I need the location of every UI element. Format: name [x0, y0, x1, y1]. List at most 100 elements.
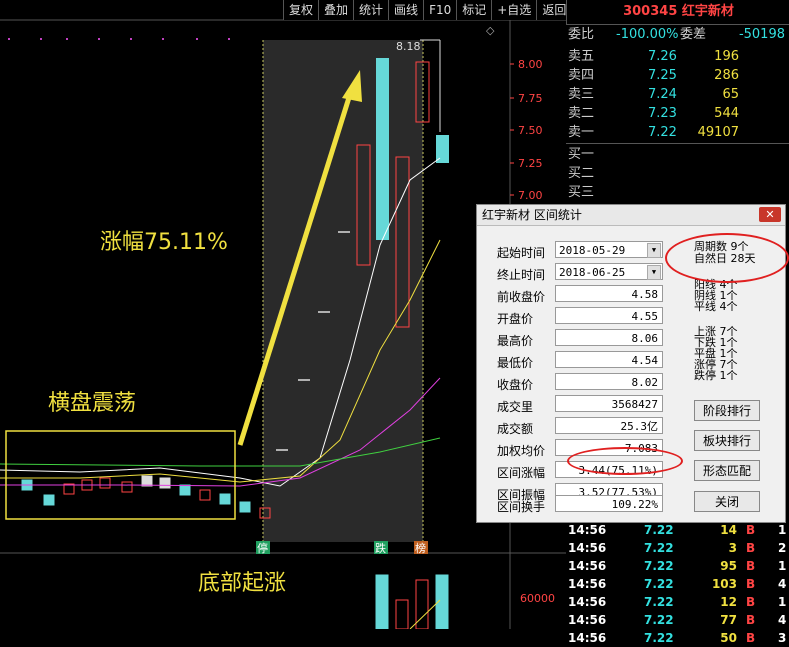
consolidation-annotation: 横盘震荡	[48, 391, 137, 416]
toolbar-mark-button[interactable]: 标记	[456, 0, 491, 20]
price-axis-label: 8.00	[518, 58, 543, 71]
ask-volume: 286	[714, 68, 739, 83]
tick-count: 1	[778, 559, 787, 573]
toolbar-f10-button[interactable]: F10	[423, 0, 456, 20]
tick-price: 7.22	[644, 613, 674, 627]
tick-volume: 3	[728, 541, 737, 555]
tick-price: 7.22	[644, 541, 674, 555]
field-label: 前收盘价	[497, 290, 546, 304]
stat-row: 区间换手 109.22%	[477, 495, 667, 515]
tick-volume: 95	[720, 559, 737, 573]
field-value: 4.58	[555, 285, 663, 302]
price-axis-label: 7.75	[518, 92, 543, 105]
stock-symbol: 300345 红宇新材	[566, 0, 789, 25]
tick-row: 14:56 7.22 77 B 4	[566, 611, 789, 629]
dialog-close-icon[interactable]: ✕	[759, 207, 781, 222]
end-date-row: 终止时间 2018-06-25 ▼	[477, 263, 667, 283]
toolbar-draw-button[interactable]: 画线	[388, 0, 423, 20]
sector-rank-button[interactable]: 板块排行	[694, 430, 760, 451]
highlight-ellipse	[665, 233, 789, 283]
stat-row: 前收盘价 4.58	[477, 285, 667, 305]
tick-count: 4	[778, 613, 787, 627]
candle	[199, 489, 211, 501]
candle	[219, 493, 231, 505]
field-label: 最低价	[497, 356, 534, 370]
chevron-down-icon[interactable]: ▼	[647, 265, 661, 280]
diff-label: 委差	[680, 27, 707, 42]
consolidation-box	[5, 430, 236, 520]
field-label: 最高价	[497, 334, 534, 348]
stat-row: 收盘价 8.02	[477, 373, 667, 393]
tick-volume: 14	[720, 523, 737, 537]
tick-volume: 77	[720, 613, 737, 627]
pattern-match-button[interactable]: 形态匹配	[694, 460, 760, 481]
toolbar-overlay-button[interactable]: 叠加	[318, 0, 353, 20]
end-date-select[interactable]: 2018-06-25 ▼	[555, 263, 663, 280]
tick-time: 14:56	[568, 559, 607, 573]
ask-volume: 49107	[697, 125, 739, 140]
tick-row: 14:56 7.22 50 B 3	[566, 629, 789, 647]
marker-dot	[98, 38, 100, 40]
marker-dot	[228, 38, 230, 40]
tick-volume: 103	[711, 577, 737, 591]
volume-axis-label: 60000	[520, 592, 555, 605]
tick-price: 7.22	[644, 559, 674, 573]
candle	[121, 481, 133, 493]
candle	[239, 501, 251, 513]
candle	[376, 58, 389, 240]
field-value: 109.22%	[555, 495, 663, 512]
ask-label: 卖一	[568, 125, 595, 140]
field-label: 成交里	[497, 400, 534, 414]
toolbar-stats-button[interactable]: 统计	[353, 0, 388, 20]
field-label: 加权均价	[497, 444, 546, 458]
bottom-rise-annotation: 底部起涨	[198, 571, 287, 596]
price-axis-label: 7.25	[518, 157, 543, 170]
start-date-select[interactable]: 2018-05-29 ▼	[555, 241, 663, 258]
tick-time: 14:56	[568, 577, 607, 591]
ask-price: 7.25	[648, 68, 677, 83]
start-date-value: 2018-05-29	[559, 244, 626, 257]
price-axis-label: 7.50	[518, 124, 543, 137]
tick-time: 14:56	[568, 631, 607, 645]
tick-side: B	[746, 559, 756, 573]
diff-value: -50198	[738, 27, 785, 42]
event-marker-label: 榜	[415, 541, 426, 555]
tick-count: 1	[778, 523, 787, 537]
marker-dot	[162, 38, 164, 40]
start-date-row: 起始时间 2018-05-29 ▼	[477, 241, 667, 261]
field-value: 4.54	[555, 351, 663, 368]
field-label: 终止时间	[497, 268, 546, 282]
interval-stats-dialog: 红宇新材 区间统计 ✕ 起始时间 2018-05-29 ▼ 终止时间 2018-0…	[476, 204, 789, 523]
ask-volume: 65	[722, 87, 739, 102]
close-button[interactable]: 关闭	[694, 491, 760, 512]
ask-row: 卖一 7.22 49107	[566, 123, 789, 142]
tick-side: B	[746, 631, 756, 645]
ask-price: 7.26	[648, 49, 677, 64]
toolbar-restore-button[interactable]: 复权	[283, 0, 318, 20]
diamond-icon: ◇	[486, 24, 495, 37]
high-price-label: 8.18	[396, 40, 421, 53]
ask-label: 卖四	[568, 68, 595, 83]
tick-price: 7.22	[644, 631, 674, 645]
tick-count: 3	[778, 631, 787, 645]
ask-row: 卖三 7.24 65	[566, 85, 789, 104]
dialog-title-bar[interactable]: 红宇新材 区间统计 ✕	[477, 205, 785, 226]
gain-annotation: 涨幅75.11%	[100, 230, 228, 255]
ask-row: 卖五 7.26 196	[566, 47, 789, 66]
tick-row: 14:56 7.22 103 B 4	[566, 575, 789, 593]
tick-volume: 50	[720, 631, 737, 645]
ask-label: 卖三	[568, 87, 595, 102]
stat-row: 成交额 25.3亿	[477, 417, 667, 437]
candle	[179, 484, 191, 496]
tick-side: B	[746, 541, 756, 555]
chevron-down-icon[interactable]: ▼	[647, 243, 661, 258]
tick-price: 7.22	[644, 595, 674, 609]
end-date-value: 2018-06-25	[559, 266, 626, 279]
dialog-title: 红宇新材 区间统计	[482, 208, 582, 222]
stage-rank-button[interactable]: 阶段排行	[694, 400, 760, 421]
ask-label: 卖二	[568, 106, 595, 121]
bid-row: 买二	[566, 164, 789, 183]
toolbar-watchlist-button[interactable]: +自选	[491, 0, 536, 20]
tick-time: 14:56	[568, 541, 607, 555]
order-ratio-row: 委比 -100.00% 委差 -50198	[566, 25, 789, 44]
